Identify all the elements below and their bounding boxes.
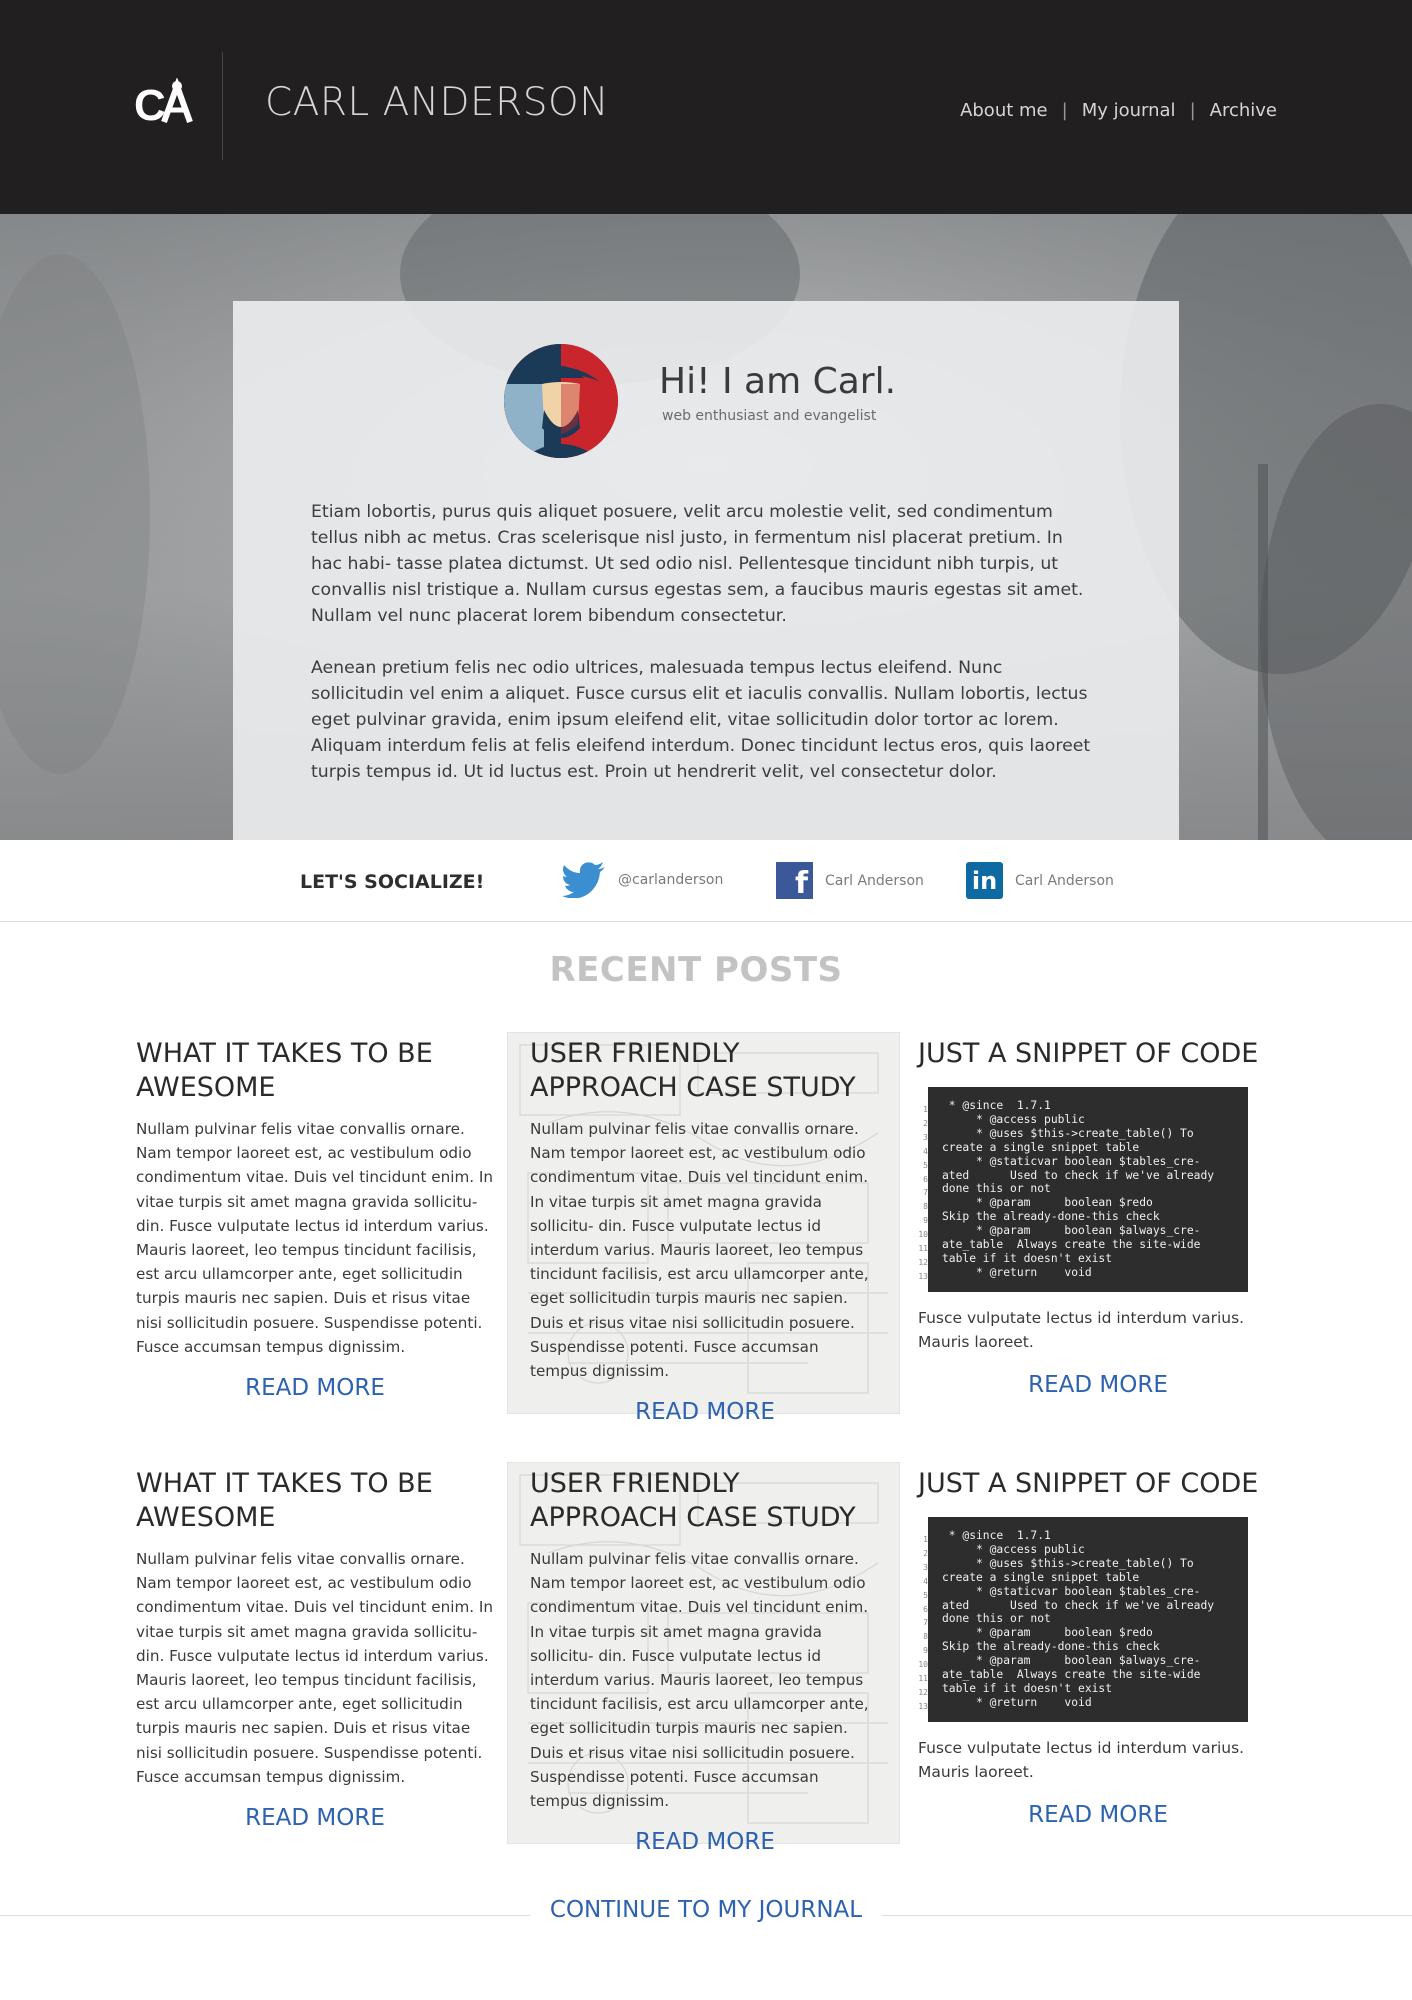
- post-excerpt: Nullam pulvinar felis vitae convallis or…: [136, 1120, 494, 1356]
- post-title[interactable]: WHAT IT TAKES TO BE AWESOME: [136, 1037, 494, 1105]
- nav-my-journal[interactable]: My journal: [1082, 100, 1176, 121]
- post-excerpt: Nullam pulvinar felis vitae convallis or…: [136, 1550, 494, 1786]
- read-more-link[interactable]: READ MORE: [530, 1829, 880, 1855]
- post-excerpt: Fusce vulputate lectus id interdum variu…: [918, 1739, 1245, 1781]
- nav-separator: |: [1061, 100, 1068, 121]
- main-nav: About me | My journal | Archive: [960, 100, 1277, 121]
- code-block: * @since 1.7.1 * @access public * @uses …: [928, 1517, 1248, 1722]
- recent-posts-title: RECENT POSTS: [549, 950, 843, 990]
- code-snippet: 1 2 3 4 5 6 7 8 9 10 11 12 13 * @since 1…: [918, 1087, 1278, 1292]
- intro-text: Etiam lobortis, purus quis aliquet posue…: [311, 499, 1093, 811]
- read-more-link[interactable]: READ MORE: [136, 1805, 494, 1831]
- nav-archive[interactable]: Archive: [1210, 100, 1277, 121]
- social-facebook[interactable]: f Carl Anderson: [776, 862, 924, 899]
- social-title: LET'S SOCIALIZE!: [300, 871, 485, 893]
- line-numbers: 1 2 3 4 5 6 7 8 9 10 11 12 13: [918, 1105, 928, 1281]
- post-excerpt: Nullam pulvinar felis vitae convallis or…: [530, 1120, 869, 1381]
- intro-tagline: web enthusiast and evangelist: [662, 408, 877, 424]
- intro-card: Hi! I am Carl. web enthusiast and evange…: [233, 301, 1179, 840]
- facebook-name: Carl Anderson: [825, 872, 924, 889]
- site-title[interactable]: CARL ANDERSON: [265, 80, 609, 125]
- post-title[interactable]: JUST A SNIPPET OF CODE: [918, 1467, 1278, 1501]
- code-block: * @since 1.7.1 * @access public * @uses …: [928, 1087, 1248, 1292]
- post-title[interactable]: USER FRIENDLY APPROACH CASE STUDY: [530, 1037, 880, 1105]
- post-card: JUST A SNIPPET OF CODE 1 2 3 4 5 6 7 8 9…: [918, 1037, 1278, 1398]
- read-more-link[interactable]: READ MORE: [918, 1802, 1278, 1828]
- post-excerpt: Fusce vulputate lectus id interdum variu…: [918, 1309, 1245, 1351]
- post-title[interactable]: WHAT IT TAKES TO BE AWESOME: [136, 1467, 494, 1535]
- nav-about-me[interactable]: About me: [960, 100, 1048, 121]
- intro-greeting: Hi! I am Carl.: [659, 361, 897, 402]
- social-bar: LET'S SOCIALIZE! @carlanderson f Carl An…: [0, 840, 1412, 922]
- linkedin-name: Carl Anderson: [1015, 872, 1114, 889]
- post-card: USER FRIENDLY APPROACH CASE STUDY Nullam…: [530, 1037, 880, 1425]
- svg-text:C: C: [134, 81, 166, 128]
- site-header: C CARL ANDERSON About me | My journal | …: [0, 0, 1412, 214]
- post-card: WHAT IT TAKES TO BE AWESOME Nullam pulvi…: [136, 1037, 494, 1401]
- post-title[interactable]: USER FRIENDLY APPROACH CASE STUDY: [530, 1467, 880, 1535]
- ca-logo-icon[interactable]: C: [134, 78, 194, 128]
- code-snippet: 1 2 3 4 5 6 7 8 9 10 11 12 13 * @since 1…: [918, 1517, 1278, 1722]
- social-linkedin[interactable]: in Carl Anderson: [966, 862, 1114, 899]
- read-more-link[interactable]: READ MORE: [530, 1399, 880, 1425]
- post-card: JUST A SNIPPET OF CODE 1 2 3 4 5 6 7 8 9…: [918, 1467, 1278, 1828]
- intro-paragraph: Aenean pretium felis nec odio ultrices, …: [311, 658, 1091, 782]
- facebook-icon: f: [776, 862, 813, 899]
- continue-to-journal-link[interactable]: CONTINUE TO MY JOURNAL: [529, 1897, 883, 1923]
- nav-separator: |: [1189, 100, 1196, 121]
- line-numbers: 1 2 3 4 5 6 7 8 9 10 11 12 13: [918, 1535, 928, 1711]
- linkedin-icon: in: [966, 862, 1003, 899]
- twitter-handle: @carlanderson: [618, 872, 724, 888]
- twitter-icon: [562, 862, 605, 898]
- intro-paragraph: Etiam lobortis, purus quis aliquet posue…: [311, 502, 1084, 626]
- post-card: WHAT IT TAKES TO BE AWESOME Nullam pulvi…: [136, 1467, 494, 1831]
- hero-section: Hi! I am Carl. web enthusiast and evange…: [0, 214, 1412, 840]
- post-card: USER FRIENDLY APPROACH CASE STUDY Nullam…: [530, 1467, 880, 1855]
- cowboy-portrait-icon: [504, 344, 618, 458]
- social-twitter[interactable]: @carlanderson: [562, 862, 723, 898]
- read-more-link[interactable]: READ MORE: [918, 1372, 1278, 1398]
- read-more-link[interactable]: READ MORE: [136, 1375, 494, 1401]
- post-excerpt: Nullam pulvinar felis vitae convallis or…: [530, 1550, 869, 1811]
- post-title[interactable]: JUST A SNIPPET OF CODE: [918, 1037, 1278, 1071]
- header-divider: [222, 52, 223, 160]
- continue-section: CONTINUE TO MY JOURNAL: [0, 1897, 1412, 1923]
- avatar[interactable]: [504, 344, 618, 458]
